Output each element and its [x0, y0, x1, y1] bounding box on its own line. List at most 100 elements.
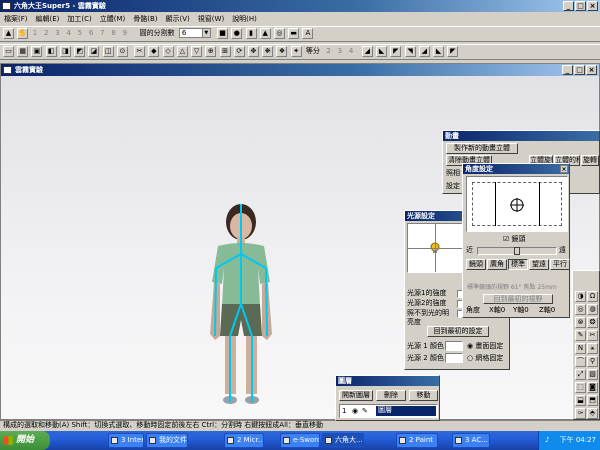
tool-scale-button[interactable]: ⊞ [219, 46, 231, 57]
tool-box-button[interactable]: ▣ [31, 46, 43, 57]
view-number-1[interactable]: 1 [30, 27, 39, 39]
doc-close-button[interactable]: × [586, 65, 597, 75]
layer-row[interactable]: 1 ◉ ✎ 圖層 [339, 404, 438, 418]
menu-process[interactable]: 加工(C) [63, 13, 95, 25]
menu-help[interactable]: 說明(H) [228, 13, 261, 25]
lens-tele-button[interactable]: 望遠 [529, 259, 549, 270]
palette-tool-20[interactable]: ⬘ [587, 408, 598, 419]
tool-slope-1-button[interactable]: ◢ [361, 46, 373, 57]
view-number-4[interactable]: 4 [64, 27, 73, 39]
camera-view-grid[interactable] [466, 176, 568, 232]
palette-tool-3[interactable]: ◎ [575, 304, 586, 315]
move-layer-button[interactable]: 移動 [409, 390, 438, 401]
palette-tool-5[interactable]: ⊗ [575, 317, 586, 328]
primitive-cube-button[interactable]: ■ [217, 28, 229, 39]
light1-color-swatch[interactable] [445, 341, 463, 351]
menu-file[interactable]: 檔案(F) [0, 13, 32, 25]
menu-window[interactable]: 視窗(W) [194, 13, 228, 25]
primitive-text-button[interactable]: A [302, 28, 314, 39]
create-animation-button[interactable]: 製作新的動畫立體 [446, 143, 518, 154]
tool-knife-button[interactable]: ✂ [134, 46, 146, 57]
lens-fisheye-button[interactable]: 鏡頭 [466, 259, 486, 270]
palette-tool-14[interactable]: ▧ [587, 369, 598, 380]
view-number-2[interactable]: 2 [42, 27, 51, 39]
tool-edge-button[interactable]: ▽ [191, 46, 203, 57]
view-number-6[interactable]: 6 [87, 27, 96, 39]
doc-minimize-button[interactable]: _ [562, 65, 573, 75]
tool-weld-button[interactable]: ◆ [148, 46, 160, 57]
lens-standard-button[interactable]: 標準 [508, 259, 528, 270]
taskbar-item-word[interactable]: 2 Micr... [224, 433, 264, 448]
view-number-3[interactable]: 3 [53, 27, 62, 39]
menu-solid[interactable]: 立體(M) [96, 13, 130, 25]
hand-tool-button[interactable]: ✋ [17, 28, 29, 39]
maximize-button[interactable]: □ [575, 1, 586, 11]
palette-tool-2[interactable]: Ω [587, 291, 598, 302]
tool-bevel-button[interactable]: ◫ [102, 46, 114, 57]
taskbar-item-ac[interactable]: 3 AC... [452, 433, 490, 448]
view-number-9[interactable]: 9 [120, 27, 129, 39]
tool-rect-button[interactable]: ▭ [3, 46, 14, 57]
close-button[interactable]: × [587, 1, 598, 11]
new-layer-button[interactable]: 開新圖層 [339, 390, 373, 401]
taskbar-item-esword[interactable]: e-Sword... [280, 433, 320, 448]
tool-face-button[interactable]: △ [176, 46, 188, 57]
primitive-cylinder-button[interactable]: ▮ [245, 28, 257, 39]
view-reset-button[interactable]: 回到最初的視野 [483, 294, 553, 304]
palette-tool-19[interactable]: ✑ [575, 408, 586, 419]
delete-layer-button[interactable]: 刪除 [376, 390, 406, 401]
tool-taper-button[interactable]: ✦ [290, 46, 302, 57]
focal-slider-thumb[interactable] [514, 247, 520, 255]
palette-tool-10[interactable]: ⚹ [587, 343, 598, 354]
grid-fixed-radio[interactable]: ○ 網格固定 [467, 354, 503, 363]
equal-divide-3[interactable]: 3 [335, 45, 344, 57]
view-number-5[interactable]: 5 [75, 27, 84, 39]
tool-lathe-button[interactable]: ⊙ [116, 46, 128, 57]
layer-edit-icon[interactable]: ✎ [362, 407, 368, 416]
menu-bones[interactable]: 骨骼(B) [129, 13, 161, 25]
lens-wide-button[interactable]: 廣角 [487, 259, 507, 270]
tool-slope-6-button[interactable]: ◣ [433, 46, 445, 57]
tool-view-button[interactable]: ◩ [74, 46, 86, 57]
view-number-7[interactable]: 7 [98, 27, 107, 39]
minimize-button[interactable]: _ [563, 1, 574, 11]
palette-tool-15[interactable]: ⬚ [575, 382, 586, 393]
view-number-8[interactable]: 8 [109, 27, 118, 39]
palette-tool-6[interactable]: ❂ [587, 317, 598, 328]
tool-slope-5-button[interactable]: ◢ [418, 46, 430, 57]
menu-view[interactable]: 顯示(V) [162, 13, 194, 25]
palette-tool-4[interactable]: ◍ [587, 304, 598, 315]
tool-bend-button[interactable]: ❖ [276, 46, 288, 57]
palette-tool-18[interactable]: ⬒ [587, 395, 598, 406]
tool-twist-button[interactable]: ❋ [262, 46, 274, 57]
tool-rotate-button[interactable]: ⟳ [233, 46, 245, 57]
primitive-plane-button[interactable]: ▬ [288, 28, 300, 39]
palette-tool-9[interactable]: N [575, 343, 586, 354]
palette-tool-8[interactable]: ✂ [587, 330, 598, 341]
palette-tool-11[interactable]: ⌒ [575, 356, 586, 367]
palette-tool-13[interactable]: ⤢ [575, 369, 586, 380]
taskbar-item-internet[interactable]: 3 Inter... [108, 433, 144, 448]
primitive-torus-button[interactable]: ◎ [273, 28, 285, 39]
taskbar-item-rokkaku[interactable]: 六角大... [322, 433, 364, 448]
taskbar-item-paint[interactable]: 2 Paint [396, 433, 438, 448]
screen-fixed-radio[interactable]: ◉ 畫面固定 [467, 342, 503, 351]
camera-panel-close-icon[interactable]: × [560, 165, 568, 173]
light-reset-button[interactable]: 回到最初的設定 [427, 326, 489, 337]
tool-grid-button[interactable]: ▦ [17, 46, 29, 57]
palette-tool-16[interactable]: ◙ [587, 382, 598, 393]
taskbar-item-documents[interactable]: 我的文件 [146, 433, 188, 448]
palette-tool-1[interactable]: ◑ [575, 291, 586, 302]
lens-parallel-button[interactable]: 平行 [550, 259, 570, 270]
character-model[interactable] [196, 196, 286, 418]
speaker-icon[interactable]: ♪ [545, 431, 549, 450]
tool-slope-4-button[interactable]: ◥ [404, 46, 416, 57]
light-direction-pad[interactable] [407, 223, 463, 273]
palette-tool-7[interactable]: ✎ [575, 330, 586, 341]
tool-mirror-button[interactable]: ◧ [45, 46, 57, 57]
focal-slider[interactable] [477, 247, 557, 255]
equal-divide-4[interactable]: 4 [347, 45, 356, 57]
menu-edit[interactable]: 編輯(E) [32, 13, 64, 25]
circle-divisions-select[interactable]: 6 ▼ [178, 28, 211, 38]
palette-tool-12[interactable]: ⚲ [587, 356, 598, 367]
